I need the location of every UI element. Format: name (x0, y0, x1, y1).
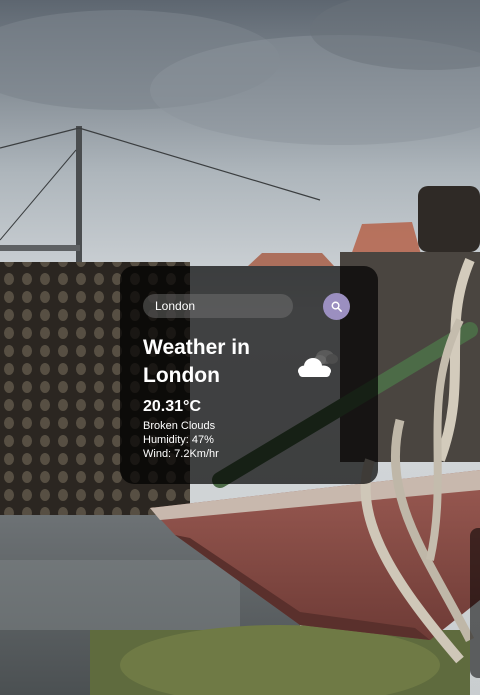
broken-clouds-icon (298, 350, 338, 377)
wind-speed: Wind: 7.2Km/hr (143, 448, 219, 460)
weather-card: Weather in London 20.31°C Broken Clouds … (120, 266, 378, 484)
search-input[interactable] (143, 294, 293, 318)
humidity: Humidity: 47% (143, 434, 214, 446)
edge-panel (470, 528, 480, 678)
search-icon (331, 301, 342, 312)
temperature: 20.31°C (143, 398, 201, 415)
search-button[interactable] (323, 293, 350, 320)
weather-description: Broken Clouds (143, 420, 216, 432)
city-title: Weather in London (143, 336, 250, 387)
